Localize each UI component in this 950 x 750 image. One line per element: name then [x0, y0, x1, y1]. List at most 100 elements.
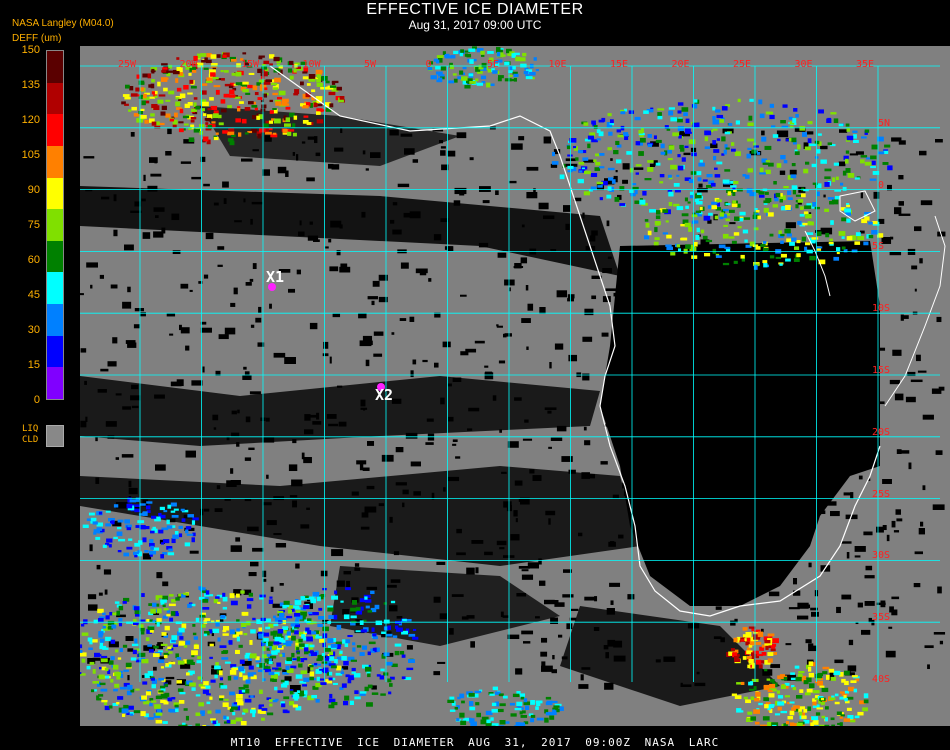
ice-cloud-pixel: [302, 684, 308, 687]
ice-cloud-pixel: [486, 82, 491, 88]
ice-cloud-pixel: [155, 695, 163, 700]
ice-cloud-pixel: [839, 691, 845, 694]
clear-sky-pixel: [370, 152, 381, 159]
clear-sky-pixel: [609, 385, 615, 392]
ice-cloud-pixel: [805, 242, 811, 246]
ice-cloud-pixel: [277, 645, 282, 648]
ice-cloud-pixel: [808, 672, 815, 678]
ice-cloud-pixel: [98, 674, 105, 680]
ice-cloud-pixel: [287, 68, 293, 73]
ice-cloud-pixel: [829, 238, 833, 242]
ice-cloud-pixel: [203, 633, 208, 637]
ice-cloud-pixel: [673, 183, 680, 187]
clear-sky-pixel: [156, 572, 163, 579]
ice-cloud-pixel: [763, 207, 769, 213]
ice-cloud-pixel: [142, 73, 149, 78]
ice-cloud-pixel: [281, 683, 288, 688]
ice-cloud-pixel: [468, 692, 475, 697]
ice-cloud-pixel: [694, 198, 699, 203]
clear-sky-pixel: [908, 462, 912, 470]
ice-cloud-pixel: [583, 191, 591, 196]
ice-cloud-pixel: [231, 667, 239, 671]
ice-cloud-pixel: [635, 164, 642, 167]
clear-sky-pixel: [90, 284, 93, 289]
ice-cloud-pixel: [799, 126, 806, 131]
clear-sky-pixel: [838, 161, 846, 167]
ice-cloud-pixel: [794, 665, 800, 669]
clear-sky-pixel: [567, 294, 575, 299]
ice-cloud-pixel: [780, 233, 785, 237]
ice-cloud-pixel: [153, 645, 159, 649]
clear-sky-pixel: [654, 545, 664, 551]
ice-cloud-pixel: [331, 665, 337, 669]
ice-cloud-pixel: [175, 621, 183, 625]
ice-cloud-pixel: [160, 643, 168, 646]
ice-cloud-pixel: [816, 707, 824, 710]
ice-cloud-pixel: [147, 670, 154, 676]
ice-cloud-pixel: [481, 62, 487, 68]
ice-cloud-pixel: [453, 78, 458, 83]
clear-sky-pixel: [296, 154, 299, 161]
ice-cloud-pixel: [468, 48, 476, 52]
ice-cloud-pixel: [272, 92, 278, 96]
ice-cloud-pixel: [134, 509, 141, 513]
ice-cloud-pixel: [227, 132, 232, 136]
ice-cloud-pixel: [388, 691, 392, 695]
ice-cloud-pixel: [158, 529, 164, 534]
ice-cloud-pixel: [354, 696, 361, 700]
clear-sky-pixel: [806, 401, 817, 406]
ice-cloud-pixel: [229, 140, 235, 146]
ice-cloud-pixel: [714, 167, 718, 170]
ice-cloud-pixel: [102, 612, 106, 616]
ice-cloud-pixel: [224, 661, 231, 664]
ice-cloud-pixel: [196, 660, 202, 664]
clear-sky-pixel: [808, 645, 817, 652]
ice-cloud-pixel: [148, 603, 152, 606]
ice-cloud-pixel: [549, 715, 555, 720]
clear-sky-pixel: [265, 417, 270, 422]
ice-cloud-pixel: [117, 550, 122, 553]
ice-cloud-pixel: [277, 610, 284, 614]
ice-cloud-pixel: [607, 186, 612, 191]
ice-cloud-pixel: [183, 592, 189, 596]
clear-sky-pixel: [591, 230, 598, 236]
latitude-label: 5N: [878, 117, 891, 129]
ice-cloud-pixel: [304, 647, 309, 652]
ice-cloud-pixel: [265, 668, 272, 673]
ice-cloud-pixel: [322, 642, 326, 648]
ice-cloud-pixel: [238, 644, 243, 648]
clear-sky-pixel: [680, 682, 683, 686]
ice-cloud-pixel: [763, 685, 770, 691]
clear-sky-pixel: [694, 682, 706, 687]
ice-cloud-pixel: [260, 708, 268, 711]
ice-cloud-pixel: [271, 645, 277, 650]
ice-cloud-pixel: [156, 608, 162, 614]
ice-cloud-pixel: [745, 699, 751, 704]
ice-cloud-pixel: [110, 678, 114, 683]
ice-cloud-pixel: [215, 89, 220, 95]
clear-sky-pixel: [768, 591, 780, 597]
ice-cloud-pixel: [155, 595, 163, 599]
clear-sky-pixel: [526, 166, 539, 171]
ice-cloud-pixel: [864, 161, 872, 166]
clear-sky-pixel: [115, 393, 122, 396]
ice-cloud-pixel: [179, 692, 186, 695]
ice-cloud-pixel: [869, 178, 877, 181]
clear-sky-pixel: [395, 482, 407, 486]
ice-cloud-pixel: [256, 115, 260, 120]
clear-sky-pixel: [346, 580, 351, 588]
ice-cloud-pixel: [274, 636, 281, 642]
clear-sky-pixel: [521, 224, 525, 228]
ice-cloud-pixel: [287, 129, 295, 132]
ice-cloud-pixel: [396, 627, 403, 632]
ice-cloud-pixel: [628, 110, 635, 114]
clear-sky-pixel: [373, 282, 379, 287]
ice-cloud-pixel: [235, 71, 242, 77]
ice-cloud-pixel: [325, 80, 330, 84]
ice-cloud-pixel: [309, 665, 314, 668]
ice-cloud-pixel: [688, 179, 694, 184]
ice-cloud-pixel: [306, 83, 311, 86]
clear-sky-pixel: [894, 393, 904, 401]
ice-cloud-pixel: [716, 199, 722, 203]
ice-cloud-pixel: [811, 163, 817, 168]
